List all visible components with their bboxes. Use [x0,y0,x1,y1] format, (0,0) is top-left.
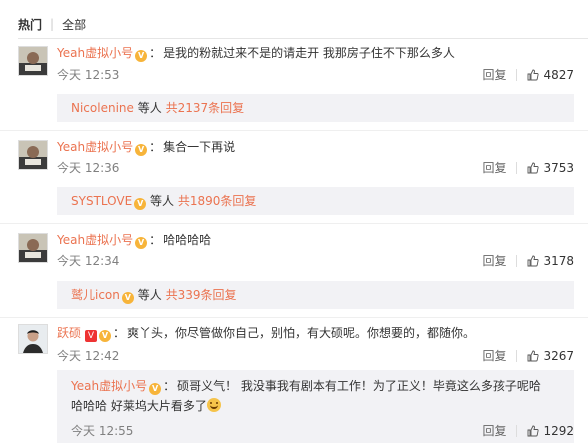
reply-count-link[interactable]: 共339条回复 [166,288,237,302]
comment-text: 是我的粉就过来不是的请走开 我那房子住不下那么多人 [163,46,455,60]
action-divider [516,161,518,174]
action-divider [516,424,518,437]
reply-and-others: 等人 [137,101,162,115]
username-link[interactable]: Yeah虚拟小号 [57,46,133,60]
reply-button[interactable]: 回复 [482,66,506,83]
action-divider [516,68,518,81]
colon: ： [113,326,126,340]
comment-divider [0,130,588,131]
vip-icon: V [121,292,134,304]
like-button[interactable]: 3753 [527,161,574,175]
reply-button[interactable]: 回复 [482,347,506,364]
verified-icon: V [85,330,98,342]
reply-and-others: 等人 [150,194,175,208]
comment-time: 今天 12:53 [57,68,120,82]
colon: ： [163,379,176,393]
reply-and-others: 等人 [137,288,162,302]
thumbs-up-icon [528,69,540,80]
like-count: 3267 [543,348,574,363]
comment-line: 跃硕 V V：爽丫头，你尽管做你自己，别怕，有大硕呢。你想要的，都随你。 [57,324,475,342]
tab-hot[interactable]: 热门 [18,16,42,33]
vip-icon: V [99,330,112,342]
colon: ： [149,140,162,154]
vip-icon: V [135,50,148,62]
sub-reply-content: Yeah虚拟小号 V：硕哥义气！ 我没事我有剧本有工作！为了正义！毕竟这么多孩子呢… [71,376,541,416]
like-button[interactable]: 1292 [527,424,574,438]
comment-time: 今天 12:36 [57,161,120,175]
like-count: 4827 [543,67,574,82]
reply-count-link[interactable]: 共1890条回复 [178,194,257,208]
like-count: 1292 [543,423,574,438]
vip-icon: V [134,198,147,210]
username-link[interactable]: Yeah虚拟小号 [57,233,133,247]
username-link[interactable]: Yeah虚拟小号 [71,379,147,393]
like-count: 3178 [543,253,574,268]
comment-line: Yeah虚拟小号 V：是我的粉就过来不是的请走开 我那房子住不下那么多人 [57,44,455,62]
thumbs-up-icon [528,425,540,436]
vip-icon: V [135,237,148,249]
reply-username[interactable]: 鹫儿icon [71,288,120,302]
like-count: 3753 [543,160,574,175]
comment-divider [0,317,588,318]
thumbs-up-icon [528,350,540,361]
reply-count-link[interactable]: 共2137条回复 [166,101,245,115]
reply-summary[interactable]: 鹫儿icon V 等人 共339条回复 [57,281,574,309]
sub-reply: Yeah虚拟小号 V：硕哥义气！ 我没事我有剧本有工作！为了正义！毕竟这么多孩子呢… [57,370,574,443]
reply-button[interactable]: 回复 [482,159,506,176]
comment-tabs: 热门 | 全部 [18,14,86,34]
reply-button[interactable]: 回复 [482,422,506,439]
username-link[interactable]: Yeah虚拟小号 [57,140,133,154]
thumbs-up-icon [528,255,540,266]
vip-icon: V [149,383,162,395]
sub-reply-time: 今天 12:55 [71,424,134,438]
comment-line: Yeah虚拟小号 V：哈哈哈哈 [57,231,211,249]
comment-actions: 回复 3178 [482,252,574,269]
colon: ： [149,46,162,60]
comment-time: 今天 12:42 [57,349,120,363]
avatar[interactable] [18,46,48,76]
action-divider [516,349,518,362]
comment-time: 今天 12:34 [57,254,120,268]
tab-all[interactable]: 全部 [62,16,86,33]
avatar[interactable] [18,233,48,263]
like-button[interactable]: 3267 [527,349,574,363]
thumbs-up-icon [528,162,540,173]
reply-summary[interactable]: Nicolenine 等人 共2137条回复 [57,94,574,122]
comment-text: 哈哈哈哈 [163,233,212,247]
reply-username[interactable]: Nicolenine [71,101,134,115]
reply-button[interactable]: 回复 [482,252,506,269]
like-button[interactable]: 4827 [527,68,574,82]
tab-separator: | [50,17,55,31]
comment-text: 爽丫头，你尽管做你自己，别怕，有大硕呢。你想要的，都随你。 [127,326,476,340]
comment-text: 集合一下再说 [163,140,236,154]
colon: ： [149,233,162,247]
action-divider [516,254,518,267]
comment-line: Yeah虚拟小号 V：集合一下再说 [57,138,235,156]
comment-actions: 回复 3753 [482,159,574,176]
reply-username[interactable]: SYSTLOVE [71,194,132,208]
vip-icon: V [135,144,148,156]
comment-actions: 回复 3267 [482,347,574,364]
comment-actions: 回复 4827 [482,66,574,83]
tabs-divider [18,38,588,39]
avatar[interactable] [18,140,48,170]
like-button[interactable]: 3178 [527,254,574,268]
sub-reply-actions: 回复 1292 [482,422,574,439]
avatar[interactable] [18,324,48,354]
laughing-emoji-icon [206,398,221,412]
reply-summary[interactable]: SYSTLOVE V 等人 共1890条回复 [57,187,574,215]
username-link[interactable]: 跃硕 [57,326,81,340]
comment-divider [0,223,588,224]
